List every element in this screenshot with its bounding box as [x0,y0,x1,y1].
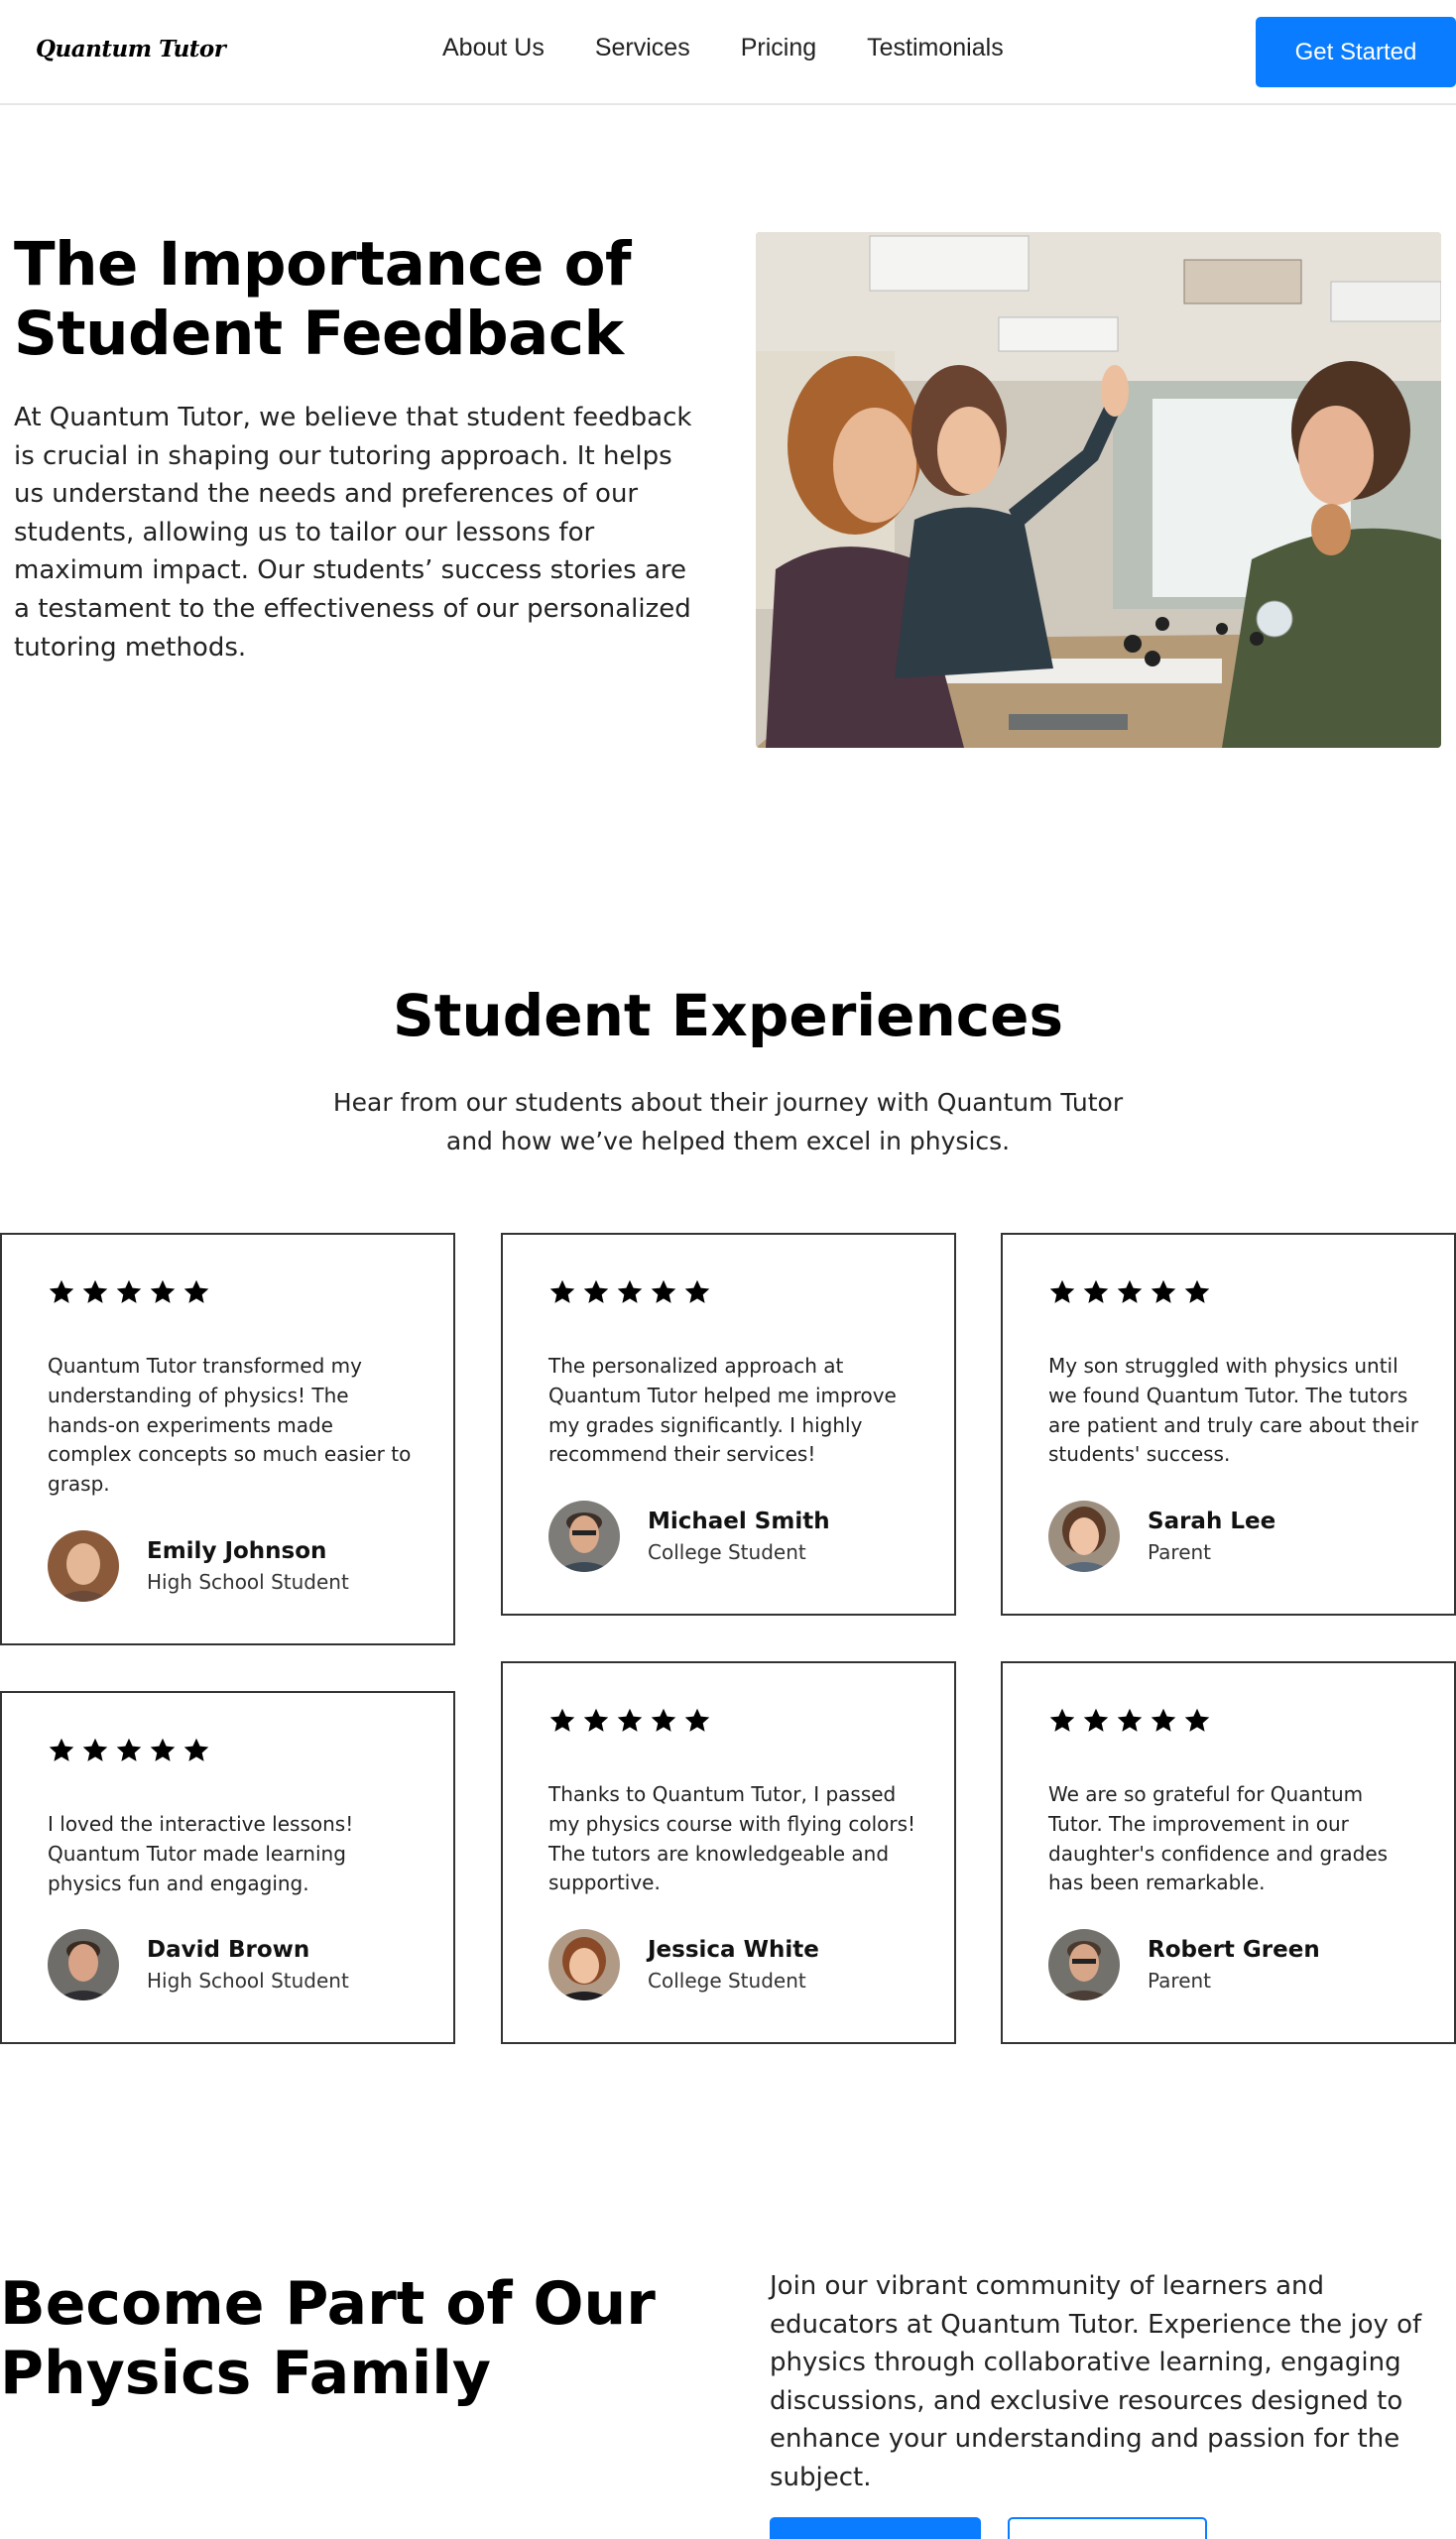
star-icon [115,1737,143,1768]
star-icon [1150,1707,1177,1739]
star-icon [182,1737,210,1768]
avatar [548,1929,620,2000]
reviewer: Robert Green Parent [1048,1929,1320,2000]
reviewer: Michael Smith College Student [548,1501,830,1572]
join-title: Become Part of Our Physics Family [0,2269,656,2408]
avatar [1048,1929,1120,2000]
testimonial-quote: Quantum Tutor transformed my understandi… [48,1354,412,1497]
join-secondary-button[interactable] [1008,2517,1207,2539]
star-rating [48,1278,210,1310]
reviewer: Jessica White College Student [548,1929,819,2000]
top-nav: Quantum Tutor About Us Services Pricing … [0,0,1456,105]
star-icon [81,1737,109,1768]
hero-title: The Importance of Student Feedback [14,229,632,369]
nav-link-pricing[interactable]: Pricing [741,34,816,62]
star-icon [1116,1707,1144,1739]
reviewer-role: College Student [648,1540,806,1564]
testimonial-card: The personalized approach at Quantum Tut… [501,1233,956,1616]
star-icon [1082,1278,1110,1310]
testimonial-card: I loved the interactive lessons! Quantum… [0,1691,455,2044]
reviewer-role: College Student [648,1969,806,1993]
star-icon [115,1278,143,1310]
star-icon [582,1278,610,1310]
reviewer-role: High School Student [147,1570,349,1594]
star-icon [1183,1707,1211,1739]
star-icon [548,1707,576,1739]
testimonial-card: My son struggled with physics until we f… [1001,1233,1456,1616]
reviewer-name: Jessica White [648,1937,819,1963]
star-icon [582,1707,610,1739]
star-rating [48,1737,210,1768]
nav-links: About Us Services Pricing Testimonials [442,34,1004,62]
star-icon [1082,1707,1110,1739]
reviewer: Sarah Lee Parent [1048,1501,1275,1572]
reviewer-role: Parent [1148,1969,1212,1993]
logo[interactable]: Quantum Tutor [36,36,226,62]
reviewer-role: High School Student [147,1969,349,1993]
testimonial-quote: I loved the interactive lessons! Quantum… [48,1812,354,1895]
reviewer-role: Parent [1148,1540,1212,1564]
avatar [1048,1501,1120,1572]
nav-link-about-us[interactable]: About Us [442,34,545,62]
star-icon [48,1737,75,1768]
reviewer-name: Sarah Lee [1148,1509,1276,1534]
testimonial-card: Quantum Tutor transformed my understandi… [0,1233,455,1645]
testimonial-quote: We are so grateful for Quantum Tutor. Th… [1048,1782,1389,1895]
star-rating [1048,1278,1211,1310]
avatar [48,1929,119,2000]
star-icon [48,1278,75,1310]
star-icon [616,1278,644,1310]
avatar [548,1501,620,1572]
star-icon [149,1278,177,1310]
nav-link-services[interactable]: Services [595,34,690,62]
testimonial-card: Thanks to Quantum Tutor, I passed my phy… [501,1661,956,2044]
star-icon [650,1278,677,1310]
testimonial-quote: The personalized approach at Quantum Tut… [548,1354,897,1467]
nav-link-testimonials[interactable]: Testimonials [867,34,1004,62]
star-icon [1048,1278,1076,1310]
star-icon [683,1707,711,1739]
star-icon [683,1278,711,1310]
star-icon [616,1707,644,1739]
get-started-button[interactable]: Get Started [1256,17,1456,87]
hero-text: At Quantum Tutor, we believe that studen… [14,403,692,663]
star-rating [548,1278,711,1310]
star-icon [650,1707,677,1739]
testimonial-quote: My son struggled with physics until we f… [1048,1354,1419,1467]
star-icon [1048,1707,1076,1739]
section-subtitle: Hear from our students about their journ… [332,1088,1124,1155]
testimonial-card: We are so grateful for Quantum Tutor. Th… [1001,1661,1456,2044]
star-icon [182,1278,210,1310]
join-primary-button[interactable] [770,2517,981,2539]
section-title: Student Experiences [392,982,1064,1049]
hero-classroom-image [756,232,1441,748]
reviewer-name: Michael Smith [648,1509,830,1534]
avatar [48,1530,119,1602]
reviewer: Emily Johnson High School Student [48,1530,349,1602]
star-rating [1048,1707,1211,1739]
star-rating [548,1707,711,1739]
reviewer-name: Emily Johnson [147,1538,327,1564]
reviewer-name: David Brown [147,1937,310,1963]
join-text: Join our vibrant community of learners a… [770,2271,1422,2492]
star-icon [548,1278,576,1310]
star-icon [81,1278,109,1310]
star-icon [1116,1278,1144,1310]
testimonial-quote: Thanks to Quantum Tutor, I passed my phy… [548,1782,916,1895]
reviewer: David Brown High School Student [48,1929,349,2000]
star-icon [149,1737,177,1768]
star-icon [1183,1278,1211,1310]
reviewer-name: Robert Green [1148,1937,1320,1963]
star-icon [1150,1278,1177,1310]
